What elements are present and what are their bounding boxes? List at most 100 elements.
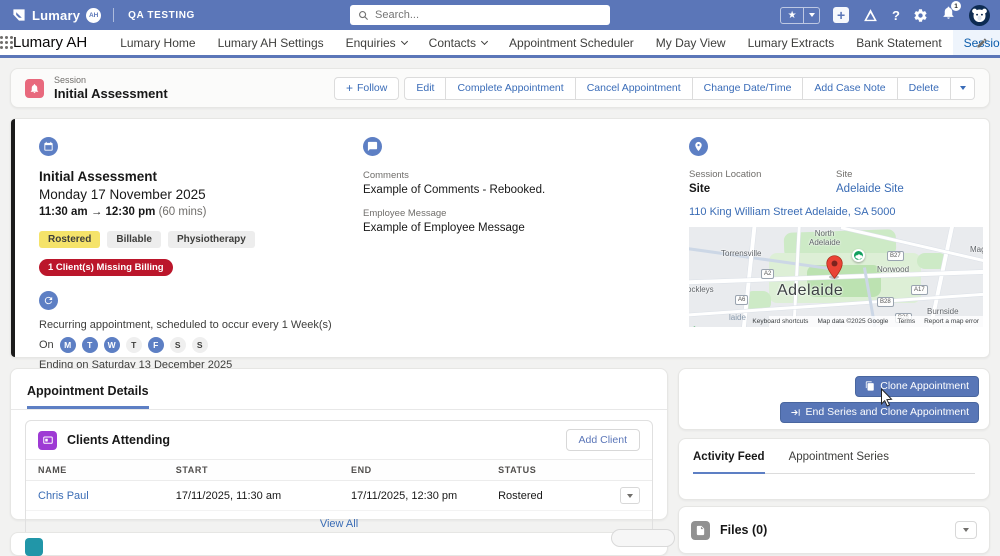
arrow-right-icon: → bbox=[91, 206, 103, 218]
tab-lumary-extracts[interactable]: Lumary Extracts bbox=[737, 30, 846, 55]
session-location-value: Site bbox=[689, 183, 836, 195]
on-label: On bbox=[39, 339, 54, 351]
nav-tabs: Lumary Home Lumary AH Settings Enquiries… bbox=[109, 30, 1000, 55]
search-icon bbox=[358, 10, 369, 21]
brand-separator bbox=[113, 8, 114, 22]
client-start-cell: 17/11/2025, 11:30 am bbox=[164, 481, 339, 511]
day-wednesday: W bbox=[104, 337, 120, 353]
map-pin-icon bbox=[826, 255, 843, 279]
day-saturday: S bbox=[170, 337, 186, 353]
session-time-range: 11:30 am → 12:30 pm (60 mins) bbox=[39, 206, 344, 218]
notification-count-badge: 1 bbox=[951, 1, 961, 11]
map-attribution: Keyboard shortcuts Map data ©2025 Google… bbox=[769, 316, 983, 327]
tab-appointment-details[interactable]: Appointment Details bbox=[27, 384, 149, 409]
session-record-icon bbox=[25, 79, 44, 98]
section-button[interactable] bbox=[611, 529, 675, 547]
mouse-cursor bbox=[880, 388, 893, 407]
row-actions-dropdown-button[interactable] bbox=[620, 487, 640, 504]
change-datetime-button[interactable]: Change Date/Time bbox=[693, 77, 804, 100]
app-name: Lumary AH bbox=[13, 30, 87, 55]
terms-link[interactable]: Terms bbox=[897, 318, 915, 325]
help-icon[interactable]: ? bbox=[892, 8, 900, 23]
user-avatar[interactable] bbox=[969, 5, 990, 26]
client-end-cell: 17/11/2025, 12:30 pm bbox=[339, 481, 486, 511]
billable-chip: Billable bbox=[107, 231, 161, 248]
tab-lumary-ah-settings[interactable]: Lumary AH Settings bbox=[207, 30, 335, 55]
client-name-link[interactable]: Chris Paul bbox=[38, 490, 89, 502]
tab-enquiries[interactable]: Enquiries bbox=[335, 30, 418, 55]
view-all-link[interactable]: View All bbox=[320, 518, 358, 530]
quick-create-button[interactable]: + bbox=[833, 7, 849, 23]
add-client-button[interactable]: Add Client bbox=[566, 429, 640, 451]
edit-nav-pencil-icon[interactable] bbox=[976, 37, 988, 49]
address-link[interactable]: 110 King William Street Adelaide, SA 500… bbox=[689, 206, 895, 218]
file-icon bbox=[691, 521, 710, 540]
day-tuesday: T bbox=[82, 337, 98, 353]
map-label-burnside: Burnside bbox=[927, 307, 959, 316]
tab-activity-feed[interactable]: Activity Feed bbox=[693, 451, 765, 474]
session-title: Initial Assessment bbox=[39, 169, 344, 184]
app-launcher-button[interactable] bbox=[0, 30, 13, 55]
trailhead-icon[interactable] bbox=[862, 7, 879, 24]
clone-appointment-button[interactable]: Clone Appointment bbox=[855, 376, 979, 397]
tab-my-day-view[interactable]: My Day View bbox=[645, 30, 737, 55]
tab-appointment-series[interactable]: Appointment Series bbox=[789, 451, 889, 473]
comments-column: Comments Example of Comments - Rebooked.… bbox=[363, 137, 668, 234]
global-search[interactable] bbox=[350, 5, 610, 25]
delete-button[interactable]: Delete bbox=[898, 77, 951, 100]
road-shield: A2 bbox=[761, 269, 774, 279]
more-actions-dropdown-button[interactable] bbox=[951, 77, 975, 100]
follow-button[interactable]: +Follow bbox=[334, 77, 399, 100]
column-header-status: STATUS bbox=[486, 460, 608, 481]
column-header-name: NAME bbox=[26, 460, 164, 481]
caret-down-icon bbox=[960, 86, 966, 90]
clients-attending-title: Clients Attending bbox=[67, 433, 170, 447]
cancel-appointment-button[interactable]: Cancel Appointment bbox=[576, 77, 693, 100]
favorite-star-button[interactable]: ★ bbox=[780, 7, 804, 24]
tab-appointment-scheduler[interactable]: Appointment Scheduler bbox=[498, 30, 645, 55]
keyboard-shortcuts-link[interactable]: Keyboard shortcuts bbox=[752, 318, 808, 325]
session-record-page: { "icons": { "help": "?", "star": "★", "… bbox=[0, 0, 1000, 542]
arrow-to-end-icon bbox=[790, 407, 801, 418]
session-date: Monday 17 November 2025 bbox=[39, 187, 344, 202]
bell-icon bbox=[29, 83, 40, 94]
card-accent-bar bbox=[11, 119, 15, 357]
add-case-note-button[interactable]: Add Case Note bbox=[803, 77, 897, 100]
session-duration: (60 mins) bbox=[159, 206, 207, 218]
recurrence-text: Recurring appointment, scheduled to occu… bbox=[39, 319, 344, 331]
map-label-magill: Mag bbox=[970, 245, 983, 254]
day-monday: M bbox=[60, 337, 76, 353]
map-label-lockleys: ockleys bbox=[689, 285, 714, 294]
clients-attending-section: Clients Attending Add Client NAME START … bbox=[25, 420, 653, 539]
employee-message-value: Example of Employee Message bbox=[363, 222, 668, 234]
search-input[interactable] bbox=[375, 9, 602, 21]
complete-appointment-button[interactable]: Complete Appointment bbox=[446, 77, 575, 100]
record-type-label: Session bbox=[54, 75, 168, 85]
comments-value: Example of Comments - Rebooked. bbox=[363, 184, 668, 196]
report-map-error-link[interactable]: Report a map error bbox=[924, 318, 979, 325]
tab-lumary-home[interactable]: Lumary Home bbox=[109, 30, 206, 55]
next-section-panel bbox=[10, 532, 668, 556]
record-header: Session Initial Assessment +Follow Edit … bbox=[10, 68, 990, 108]
files-dropdown-button[interactable] bbox=[955, 521, 977, 539]
tab-bank-statement[interactable]: Bank Statement bbox=[845, 30, 952, 55]
record-action-group: Edit Complete Appointment Cancel Appoint… bbox=[404, 77, 975, 100]
brand-badge: AH bbox=[86, 8, 101, 23]
tab-contacts[interactable]: Contacts bbox=[418, 30, 498, 55]
favorites-dropdown-button[interactable] bbox=[804, 7, 820, 24]
map-label-north-adelaide: North Adelaide bbox=[809, 229, 840, 247]
setup-gear-icon[interactable] bbox=[913, 8, 928, 23]
map-widget[interactable]: North Adelaide Torrensville ockleys Norw… bbox=[689, 227, 983, 327]
chevron-down-icon bbox=[481, 37, 488, 44]
location-column: Session Location Site Site Adelaide Site… bbox=[689, 137, 983, 327]
day-sunday: S bbox=[192, 337, 208, 353]
edit-button[interactable]: Edit bbox=[404, 77, 446, 100]
day-friday: F bbox=[148, 337, 164, 353]
record-title-block: Session Initial Assessment bbox=[54, 75, 168, 101]
record-actions: +Follow Edit Complete Appointment Cancel… bbox=[334, 77, 975, 100]
site-link[interactable]: Adelaide Site bbox=[836, 183, 904, 195]
plus-icon: + bbox=[837, 8, 845, 22]
notifications-button[interactable]: 1 bbox=[941, 5, 956, 25]
session-summary-column: Initial Assessment Monday 17 November 20… bbox=[39, 137, 344, 371]
star-icon: ★ bbox=[788, 10, 797, 21]
